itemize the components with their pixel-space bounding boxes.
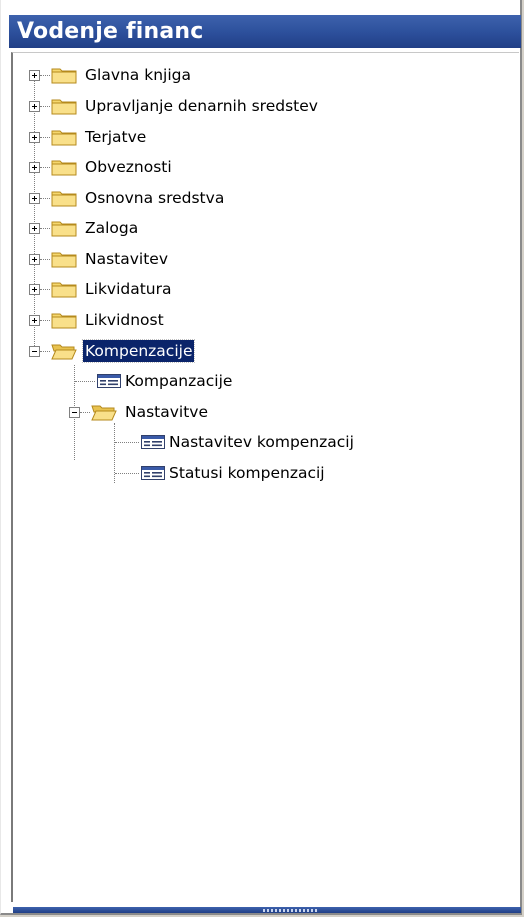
tree-item-likvidnost[interactable]: Likvidnost bbox=[13, 308, 493, 334]
expand-icon[interactable] bbox=[29, 162, 40, 173]
tree-item-label: Upravljanje denarnih sredstev bbox=[85, 97, 318, 115]
collapse-icon[interactable] bbox=[69, 407, 80, 418]
tree-item-terjatve[interactable]: Terjatve bbox=[13, 125, 493, 151]
form-icon bbox=[97, 374, 121, 388]
folder-closed-icon bbox=[51, 99, 77, 115]
tree-connector bbox=[40, 320, 50, 321]
tree-item-kompanzacije-form[interactable]: Kompanzacije bbox=[13, 369, 493, 395]
expand-icon[interactable] bbox=[29, 315, 40, 326]
tree-connector bbox=[40, 198, 50, 199]
tree-item-obveznosti[interactable]: Obveznosti bbox=[13, 155, 493, 181]
tree-connector bbox=[40, 106, 50, 107]
tree-item-label: Osnovna sredstva bbox=[85, 189, 225, 207]
tree-connector bbox=[80, 412, 90, 413]
form-icon bbox=[141, 435, 165, 449]
tree-item-osnovna-sredstva[interactable]: Osnovna sredstva bbox=[13, 186, 493, 212]
tree-connector bbox=[40, 137, 50, 138]
tree-item-upravljanje-denarnih-sredstev[interactable]: Upravljanje denarnih sredstev bbox=[13, 94, 493, 120]
tree-item-label: Statusi kompenzacij bbox=[169, 464, 325, 482]
tree-item-likvidatura[interactable]: Likvidatura bbox=[13, 277, 493, 303]
tree-item-zaloga[interactable]: Zaloga bbox=[13, 216, 493, 242]
tree-item-label: Nastavitev bbox=[85, 250, 169, 268]
collapse-icon[interactable] bbox=[29, 346, 40, 357]
tree-item-nastavitev-kompenzacij[interactable]: Nastavitev kompenzacij bbox=[13, 430, 493, 456]
tree-item-label: Likvidatura bbox=[85, 280, 172, 298]
tree-item-label: Likvidnost bbox=[85, 311, 164, 329]
folder-closed-icon bbox=[51, 313, 77, 329]
tree-connector bbox=[40, 75, 50, 76]
tree-item-nastavitve[interactable]: Nastavitve bbox=[13, 400, 493, 426]
folder-closed-icon bbox=[51, 191, 77, 207]
folder-open-icon bbox=[51, 344, 77, 360]
tree-item-kompenzacije[interactable]: Kompenzacije bbox=[13, 339, 493, 365]
tree-item-label: Kompenzacije bbox=[81, 339, 196, 363]
tree-item-label: Nastavitev kompenzacij bbox=[169, 433, 354, 451]
tree-item-label: Terjatve bbox=[85, 128, 147, 146]
tree-connector bbox=[115, 442, 139, 443]
folder-closed-icon bbox=[51, 160, 77, 176]
expand-icon[interactable] bbox=[29, 101, 40, 112]
pane-title: Vodenje financ bbox=[9, 15, 521, 48]
form-icon bbox=[141, 466, 165, 480]
tree-item-glavna-knjiga[interactable]: Glavna knjiga bbox=[13, 63, 493, 89]
navigation-pane: Vodenje financ Glavna knjiga Upravljanje… bbox=[0, 0, 522, 915]
folder-closed-icon bbox=[51, 130, 77, 146]
tree-item-label: Nastavitve bbox=[125, 403, 209, 421]
tree-connector bbox=[75, 381, 95, 382]
expand-icon[interactable] bbox=[29, 223, 40, 234]
tree-item-label: Glavna knjiga bbox=[85, 66, 191, 84]
tree-connector bbox=[40, 351, 50, 352]
expand-icon[interactable] bbox=[29, 70, 40, 81]
tree-item-nastavitev[interactable]: Nastavitev bbox=[13, 247, 493, 273]
folder-closed-icon bbox=[51, 68, 77, 84]
expand-icon[interactable] bbox=[29, 132, 40, 143]
menu-tree[interactable]: Glavna knjiga Upravljanje denarnih sreds… bbox=[11, 52, 519, 902]
tree-connector bbox=[40, 167, 50, 168]
grip-handle-icon[interactable] bbox=[263, 909, 319, 912]
tree-connector bbox=[115, 473, 139, 474]
tree-connector bbox=[40, 228, 50, 229]
tree-connector bbox=[40, 289, 50, 290]
expand-icon[interactable] bbox=[29, 254, 40, 265]
tree-connector bbox=[40, 259, 50, 260]
tree-item-statusi-kompenzacij[interactable]: Statusi kompenzacij bbox=[13, 461, 493, 487]
tree-item-label: Kompanzacije bbox=[125, 372, 233, 390]
expand-icon[interactable] bbox=[29, 193, 40, 204]
folder-closed-icon bbox=[51, 252, 77, 268]
folder-closed-icon bbox=[51, 221, 77, 237]
folder-closed-icon bbox=[51, 282, 77, 298]
expand-icon[interactable] bbox=[29, 284, 40, 295]
tree-item-label: Obveznosti bbox=[85, 158, 172, 176]
tree-item-label: Zaloga bbox=[85, 219, 139, 237]
folder-open-icon bbox=[91, 405, 117, 421]
